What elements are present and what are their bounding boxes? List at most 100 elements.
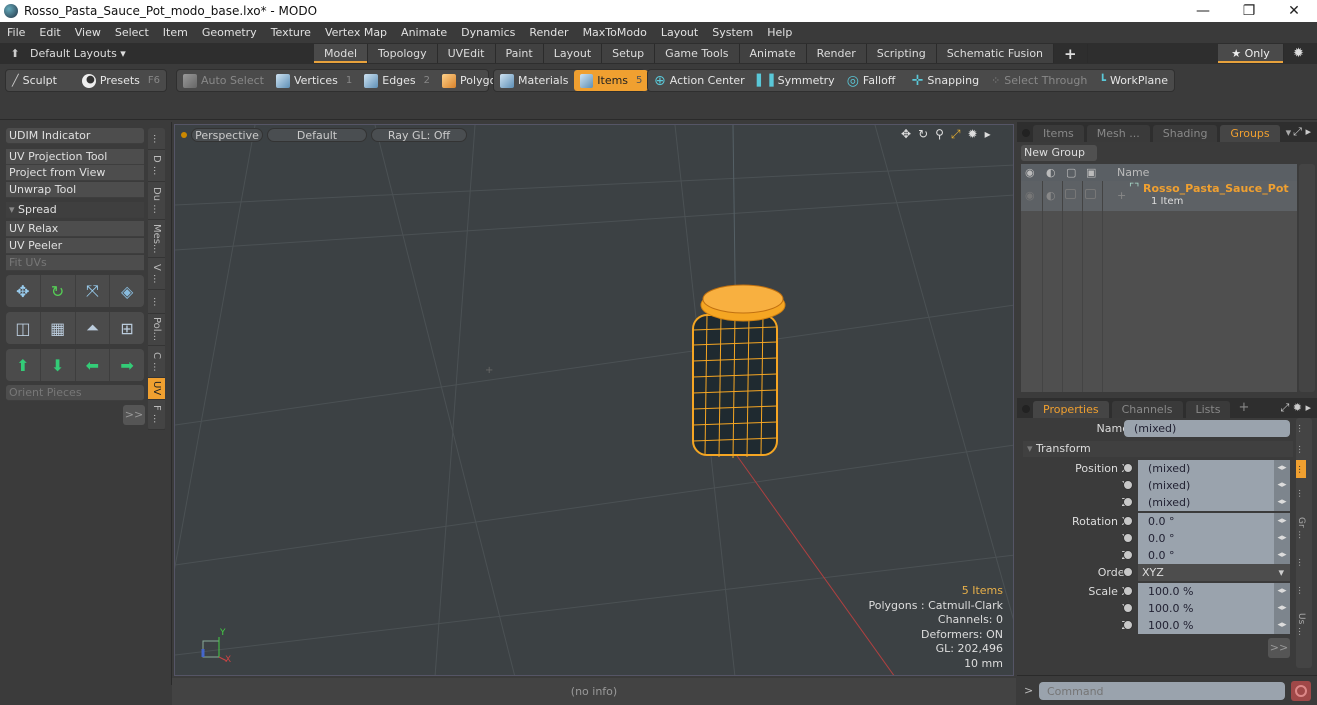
scale-x-field[interactable]: 100.0 % ◂▸ [1138, 583, 1290, 600]
uv-peeler-button[interactable]: UV Peeler [6, 238, 144, 254]
add-tab-button[interactable]: + [1238, 400, 1249, 415]
position-x-field[interactable]: (mixed) ◂▸ [1138, 460, 1290, 477]
position-x-keyframe[interactable] [1123, 463, 1133, 473]
snapping-button[interactable]: ✛ Snapping [906, 70, 985, 91]
properties-more-button[interactable]: >> [1268, 638, 1290, 658]
items-button[interactable]: Items 5 [574, 70, 649, 91]
symmetry-button[interactable]: ▌▐ Symmetry [751, 70, 841, 91]
rotation-x-slider-icon[interactable]: ◂▸ [1274, 513, 1290, 530]
tab-uvedit[interactable]: UVEdit [437, 44, 496, 63]
vtab-f[interactable]: F ... [148, 400, 165, 430]
transform-section[interactable]: ▾ Transform [1023, 441, 1293, 457]
new-group-button[interactable]: New Group [1021, 145, 1097, 161]
3d-viewport[interactable]: + Y X Perspective Default Ray GL: Off ✥ … [174, 124, 1014, 676]
rotate-view-icon[interactable]: ↻ [918, 127, 928, 142]
name-column-header[interactable]: Name [1117, 164, 1149, 181]
unwrap-tool-button[interactable]: Unwrap Tool [6, 182, 144, 198]
vtab-du[interactable]: Du ... [148, 182, 165, 220]
visibility-column-icon[interactable]: ◉ [1025, 164, 1035, 181]
viewport-menu-arrow-icon[interactable]: ▸ [985, 127, 991, 142]
materials-button[interactable]: Materials [494, 70, 574, 91]
group-select-toggle[interactable] [1085, 189, 1096, 199]
sculpt-button[interactable]: ╱ Sculpt [6, 70, 76, 91]
vtab-v[interactable]: V ... [148, 258, 165, 290]
more-tools-button[interactable]: >> [123, 405, 145, 425]
command-input[interactable] [1039, 682, 1285, 700]
menu-help[interactable]: Help [760, 26, 799, 39]
tabs-dropdown-icon[interactable]: ▾ [1286, 126, 1292, 139]
groups-scrollbar[interactable] [1299, 164, 1315, 392]
vtab-poly[interactable]: Pol... [148, 314, 165, 346]
tab-model[interactable]: Model [314, 44, 369, 63]
order-keyframe[interactable] [1123, 567, 1133, 577]
viewport-settings-icon[interactable]: ✹ [968, 127, 978, 142]
menu-system[interactable]: System [705, 26, 760, 39]
side-tab-2[interactable]: ... [1296, 460, 1306, 478]
tab-groups[interactable]: Groups [1220, 125, 1280, 142]
side-tab-5[interactable]: ... [1296, 548, 1306, 576]
pan-icon[interactable]: ✥ [901, 127, 911, 142]
rotation-y-slider-icon[interactable]: ◂▸ [1274, 530, 1290, 547]
select-through-button[interactable]: ⁘ Select Through [985, 70, 1093, 91]
uv-box-project-icon[interactable]: ◈ [110, 275, 144, 307]
record-macro-button[interactable] [1291, 681, 1311, 701]
properties-options-icon[interactable]: ⤢ ✹ ▸ [1280, 401, 1311, 415]
select-column-icon[interactable]: ▣ [1086, 164, 1096, 181]
uv-sphere-icon[interactable]: ⊞ [110, 312, 144, 344]
presets-button[interactable]: Presets F6 [76, 70, 166, 91]
tab-channels[interactable]: Channels [1111, 401, 1183, 418]
view-mode-dropdown[interactable]: Perspective [191, 128, 263, 142]
scale-y-field[interactable]: 100.0 % ◂▸ [1138, 600, 1290, 617]
scale-y-slider-icon[interactable]: ◂▸ [1274, 600, 1290, 617]
menu-maxtomodo[interactable]: MaxToModo [576, 26, 654, 39]
restore-button[interactable]: ❐ [1226, 0, 1272, 22]
tab-schematic-fusion[interactable]: Schematic Fusion [936, 44, 1055, 63]
align-right-arrow-icon[interactable]: ➡ [110, 349, 144, 381]
side-tab-1[interactable]: ... [1296, 438, 1306, 460]
vtab-c[interactable]: C ... [148, 346, 165, 378]
side-tab-gr[interactable]: Gr ... [1296, 508, 1306, 548]
render-column-icon[interactable]: ◐ [1046, 164, 1056, 181]
position-y-field[interactable]: (mixed) ◂▸ [1138, 477, 1290, 494]
menu-dynamics[interactable]: Dynamics [454, 26, 522, 39]
menu-render[interactable]: Render [522, 26, 575, 39]
fit-uvs-button[interactable]: Fit UVs [6, 255, 144, 271]
menu-select[interactable]: Select [108, 26, 156, 39]
add-layout-tab-button[interactable]: + [1054, 44, 1088, 63]
tab-render[interactable]: Render [806, 44, 867, 63]
rotation-x-field[interactable]: 0.0 ° ◂▸ [1138, 513, 1290, 530]
group-name[interactable]: Rosso_Pasta_Sauce_Pot [1143, 182, 1289, 195]
orient-pieces-button[interactable]: Orient Pieces [6, 385, 144, 401]
menu-vertex-map[interactable]: Vertex Map [318, 26, 394, 39]
menu-view[interactable]: View [68, 26, 108, 39]
falloff-button[interactable]: ◎ Falloff [841, 70, 906, 91]
only-favorites-toggle[interactable]: ★ Only [1218, 44, 1284, 63]
uv-relax-button[interactable]: UV Relax [6, 221, 144, 237]
scale-z-keyframe[interactable] [1123, 620, 1133, 630]
position-z-keyframe[interactable] [1123, 497, 1133, 507]
expand-group-icon[interactable]: + [1117, 189, 1126, 202]
maximize-viewport-icon[interactable]: ⤢ [951, 127, 961, 142]
position-x-slider-icon[interactable]: ◂▸ [1274, 460, 1290, 477]
lock-column-icon[interactable]: ▢ [1066, 164, 1076, 181]
side-tab-us[interactable]: Us ... [1296, 604, 1306, 644]
rotation-x-keyframe[interactable] [1123, 516, 1133, 526]
default-layouts-dropdown[interactable]: Default Layouts ▾ [30, 47, 310, 60]
uv-perspective-icon[interactable]: ⏶ [76, 312, 111, 344]
settings-gear-icon[interactable]: ✹ [1293, 46, 1304, 61]
action-center-button[interactable]: ⊕ Action Center [648, 70, 751, 91]
expand-panel-icon[interactable]: ⤢ ▸ [1293, 125, 1311, 139]
tab-scripting[interactable]: Scripting [866, 44, 937, 63]
tab-layout[interactable]: Layout [543, 44, 603, 63]
tab-topology[interactable]: Topology [368, 44, 438, 63]
position-y-keyframe[interactable] [1123, 480, 1133, 490]
close-button[interactable]: ✕ [1271, 0, 1317, 22]
position-y-slider-icon[interactable]: ◂▸ [1274, 477, 1290, 494]
scale-z-field[interactable]: 100.0 % ◂▸ [1138, 617, 1290, 634]
rotation-z-keyframe[interactable] [1123, 550, 1133, 560]
uv-cylinder-icon[interactable]: ◫ [6, 312, 41, 344]
raygl-toggle[interactable]: Ray GL: Off [371, 128, 467, 142]
align-left-arrow-icon[interactable]: ⬅ [76, 349, 111, 381]
name-field[interactable]: (mixed) [1124, 420, 1290, 437]
uv-move-axis-icon[interactable]: ⤧ [76, 275, 111, 307]
